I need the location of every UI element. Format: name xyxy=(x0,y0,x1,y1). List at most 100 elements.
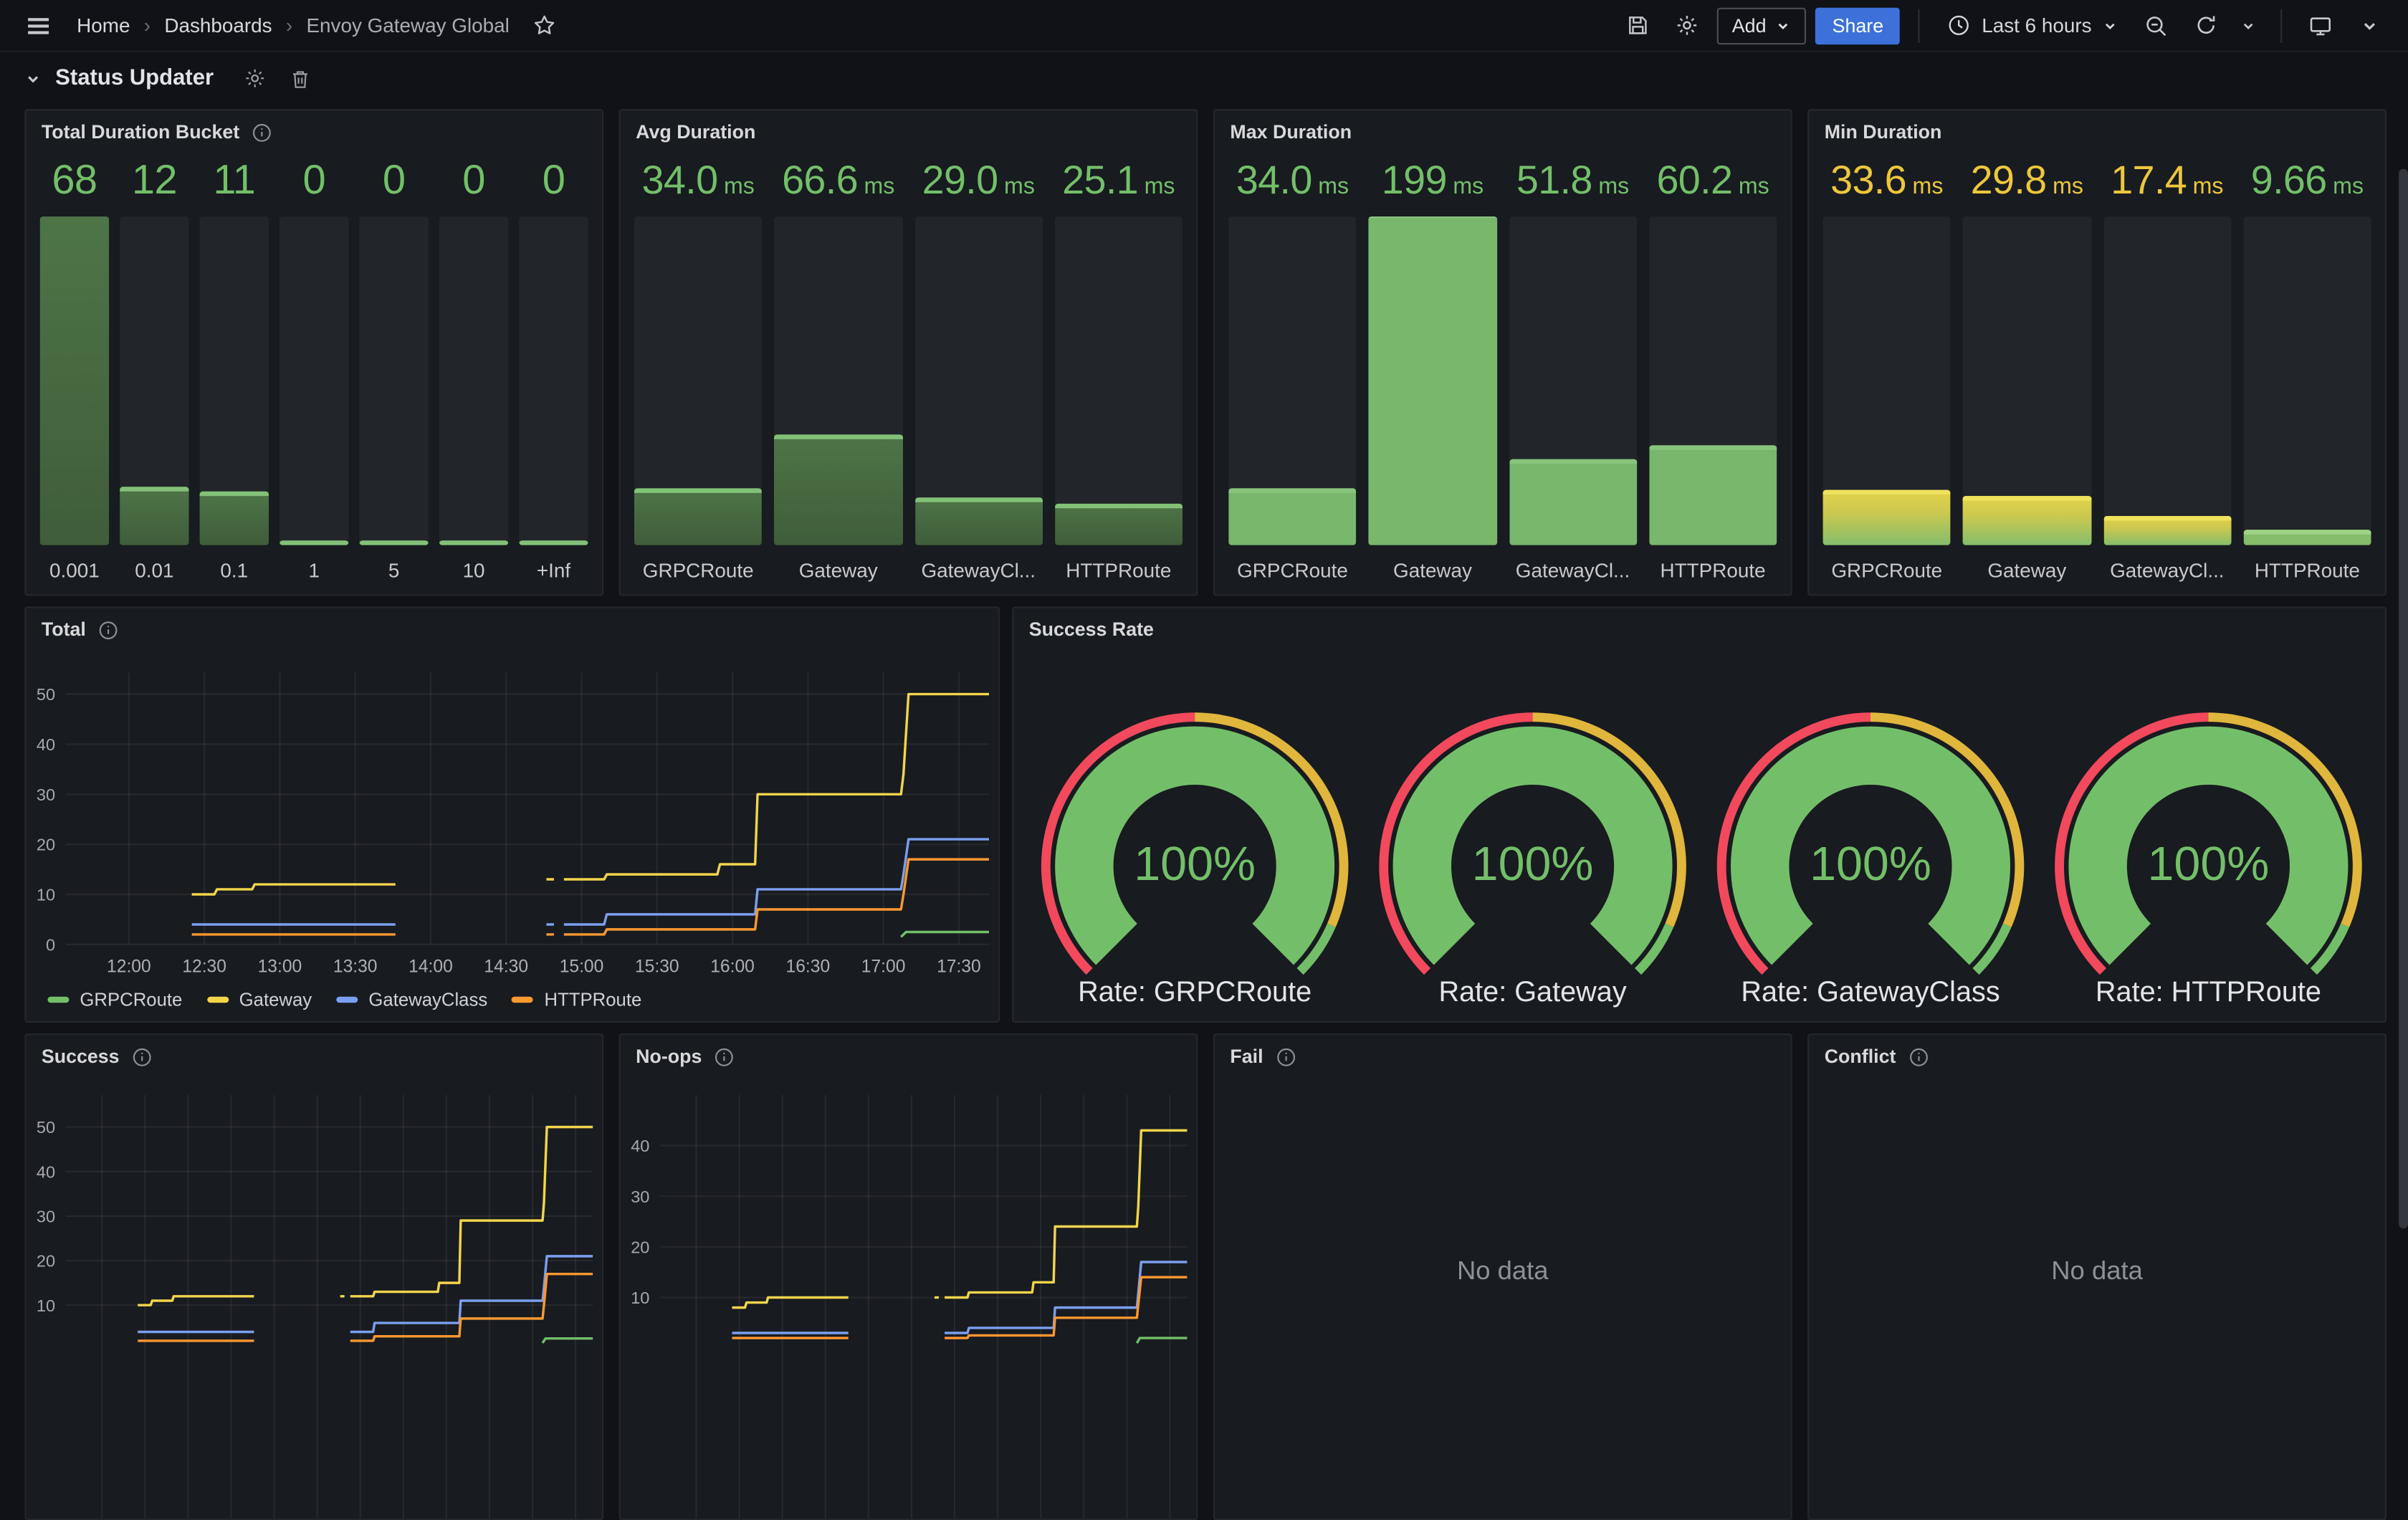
gauge-arc: 100% xyxy=(1026,679,1363,975)
bar-gauge-chart: 33.6msGRPCRoute29.8msGateway17.4msGatewa… xyxy=(1823,157,2371,583)
share-button[interactable]: Share xyxy=(1815,7,1901,44)
info-icon[interactable] xyxy=(98,620,118,640)
legend-item-Gateway[interactable]: Gateway xyxy=(207,989,312,1010)
gauge-arc: 100% xyxy=(2040,679,2377,975)
bar-gauge-value: 34.0ms xyxy=(1236,157,1349,212)
panel-no-ops: No-ops 10203040 xyxy=(619,1033,1198,1520)
bar-gauge-column: 51.8ms GatewayCl... xyxy=(1509,157,1636,583)
favorite-star-icon[interactable] xyxy=(525,6,565,46)
bar-gauge-label: Gateway xyxy=(1393,545,1472,582)
bar-gauge-chart: 34.0msGRPCRoute66.6msGateway29.0msGatewa… xyxy=(634,157,1182,583)
bar-gauge-value: 12 xyxy=(132,157,177,212)
page-scrollbar[interactable] xyxy=(2399,169,2408,1229)
legend-label: Gateway xyxy=(239,989,312,1010)
time-range-picker[interactable]: Last 6 hours xyxy=(1939,6,2127,46)
bar-gauge-label: 0.1 xyxy=(220,545,248,582)
bar-gauge-column: 9.66msHTTPRoute xyxy=(2243,157,2371,583)
y-axis-tick-label: 30 xyxy=(37,785,55,804)
chart-legend: GRPCRoute Gateway GatewayClass HTTPRoute xyxy=(47,989,641,1010)
bar-gauge-chart: 680.001120.01110.101050100+Inf xyxy=(40,157,588,583)
x-axis-tick-label: 13:30 xyxy=(333,957,378,976)
bar-gauge-value: 0 xyxy=(462,157,485,212)
y-axis-tick-label: 50 xyxy=(37,685,55,704)
bar-gauge-label: 0.01 xyxy=(135,545,173,582)
collapse-nav-chevron-icon[interactable] xyxy=(2350,6,2390,46)
zoom-out-time-icon[interactable] xyxy=(2136,6,2177,46)
bar-gauge-value: 34.0ms xyxy=(642,157,755,212)
bar-gauge-value: 33.6ms xyxy=(1830,157,1943,212)
x-axis-tick-label: 14:00 xyxy=(408,957,453,976)
bar-gauge-column: 01 xyxy=(280,157,348,583)
legend-swatch-icon xyxy=(512,997,534,1003)
kiosk-monitor-icon[interactable] xyxy=(2300,6,2341,46)
breadcrumb-home[interactable]: Home xyxy=(77,14,130,37)
row-collapse-chevron-icon[interactable] xyxy=(24,70,42,87)
bar-gauge-value: 29.0ms xyxy=(922,157,1035,212)
bar-gauge-label: HTTPRoute xyxy=(2255,545,2360,582)
info-icon[interactable] xyxy=(715,1046,735,1066)
legend-swatch-icon xyxy=(47,997,69,1003)
series-line-GRPCRoute xyxy=(1137,1338,1187,1343)
info-icon[interactable] xyxy=(132,1046,152,1066)
breadcrumb-dashboards[interactable]: Dashboards xyxy=(164,14,272,37)
bar-gauge-label: 10 xyxy=(463,545,485,582)
time-series-plot: 1020304050 xyxy=(26,1078,602,1519)
bar-gauge-label: GRPCRoute xyxy=(1237,545,1348,582)
add-button[interactable]: Add xyxy=(1716,7,1806,44)
bar-gauge-column: 33.6msGRPCRoute xyxy=(1823,157,1951,583)
row-settings-gear-icon[interactable] xyxy=(240,63,271,94)
legend-swatch-icon xyxy=(207,997,229,1003)
row-delete-trash-icon[interactable] xyxy=(285,63,315,94)
bar-gauge-column: 29.8msGateway xyxy=(1963,157,2091,583)
dashboard-row-header: Status Updater xyxy=(24,58,315,98)
bar-gauge-bar xyxy=(1963,216,2091,545)
bar-gauge-value: 51.8ms xyxy=(1516,157,1629,212)
bar-gauge-label: GatewayCl... xyxy=(2110,545,2224,582)
bar-gauge-label: GatewayCl... xyxy=(1516,545,1630,582)
y-axis-tick-label: 20 xyxy=(37,1252,55,1271)
bar-gauge-bar xyxy=(519,216,588,545)
series-line-GatewayClass xyxy=(138,1256,593,1332)
legend-item-GRPCRoute[interactable]: GRPCRoute xyxy=(47,989,182,1010)
bar-gauge-bar xyxy=(2243,216,2371,545)
time-series-chart: 10203040 xyxy=(621,1078,1197,1519)
x-axis-tick-label: 13:00 xyxy=(258,957,302,976)
bar-gauge-bar xyxy=(775,216,902,545)
gauge-rate-gateway: 100%Rate: Gateway xyxy=(1364,679,1701,1009)
bar-gauge-bar xyxy=(2103,216,2231,545)
gauge-label: Rate: GatewayClass xyxy=(1741,975,2000,1009)
save-dashboard-icon[interactable] xyxy=(1618,6,1658,46)
series-line-GRPCRoute xyxy=(901,932,989,937)
y-axis-tick-label: 10 xyxy=(631,1289,649,1307)
x-axis-tick-label: 12:30 xyxy=(182,957,226,976)
x-axis-tick-label: 17:00 xyxy=(861,957,906,976)
legend-item-HTTPRoute[interactable]: HTTPRoute xyxy=(512,989,642,1010)
refresh-icon[interactable] xyxy=(2185,6,2225,46)
panel-max-duration: Max Duration 34.0msGRPCRoute199msGateway… xyxy=(1213,109,1792,596)
bar-gauge-value: 0 xyxy=(383,157,406,212)
bar-gauge-column: 0 10 xyxy=(439,157,508,583)
menu-icon[interactable] xyxy=(19,6,59,46)
legend-item-GatewayClass[interactable]: GatewayClass xyxy=(336,989,487,1010)
y-axis-tick-label: 0 xyxy=(46,935,55,954)
chevron-down-icon xyxy=(1775,18,1790,33)
panel-total: Total 12:0012:3013:0013:3014:0014:3015:0… xyxy=(24,606,1000,1023)
bar-gauge-bar xyxy=(439,216,508,545)
row-title[interactable]: Status Updater xyxy=(55,66,214,90)
x-axis-tick-label: 15:00 xyxy=(560,957,604,976)
bar-gauge-value: 66.6ms xyxy=(782,157,894,212)
gauge-row: 100%Rate: GRPCRoute100%Rate: Gateway100%… xyxy=(1026,679,2372,1009)
info-icon[interactable] xyxy=(252,122,272,142)
bar-gauge-bar xyxy=(40,216,109,545)
info-icon[interactable] xyxy=(1276,1046,1296,1066)
legend-label: GatewayClass xyxy=(368,989,487,1010)
bar-gauge-label: GRPCRoute xyxy=(643,545,754,582)
x-axis-tick-label: 16:00 xyxy=(710,957,755,976)
nav-actions: Add Share Last 6 hours xyxy=(1618,6,2389,46)
info-icon[interactable] xyxy=(1908,1046,1929,1066)
legend-swatch-icon xyxy=(336,997,358,1003)
dashboard-settings-gear-icon[interactable] xyxy=(1668,6,1708,46)
gauge-arc: 100% xyxy=(1701,679,2039,975)
bar-gauge-column: 60.2msHTTPRoute xyxy=(1649,157,1777,583)
refresh-interval-chevron-icon[interactable] xyxy=(2235,6,2263,46)
